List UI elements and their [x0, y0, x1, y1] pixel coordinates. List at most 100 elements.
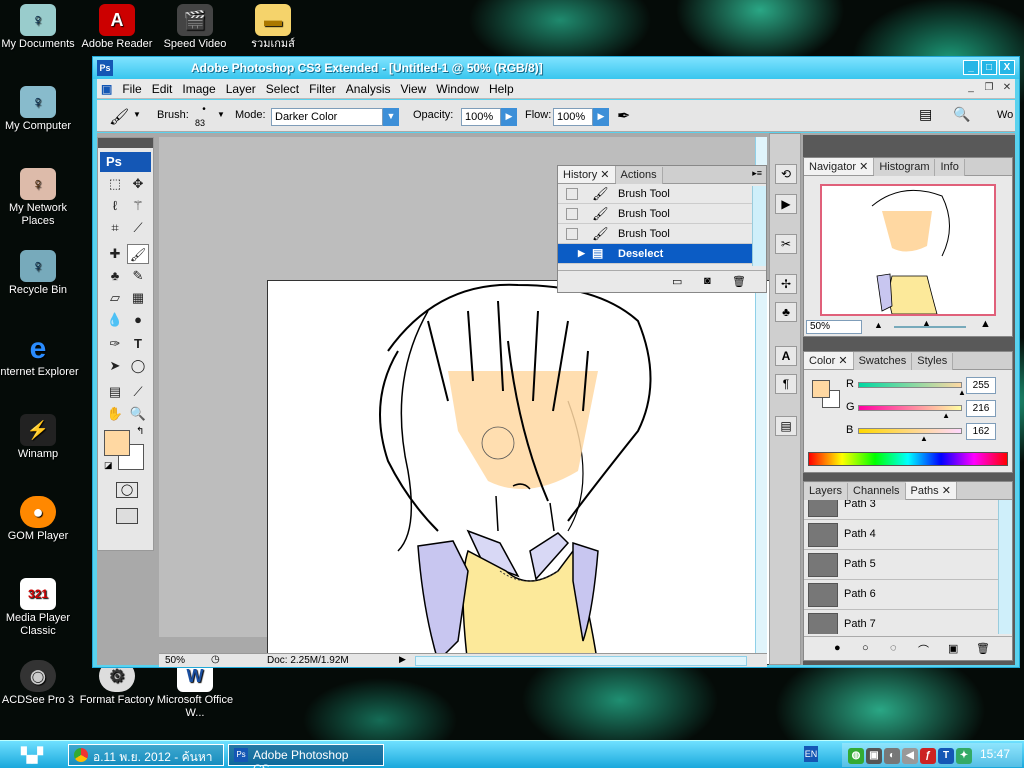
flow-slider-icon[interactable]: ▶: [593, 108, 609, 126]
status-menu-arrow-icon[interactable]: ▶: [399, 654, 406, 665]
lasso-tool-icon[interactable]: ℓ: [104, 196, 126, 216]
taskbar-item-photoshop[interactable]: Ps Adobe Photoshop CS...: [228, 744, 384, 768]
paths-scrollbar[interactable]: [998, 500, 1012, 634]
tab-channels[interactable]: Channels: [848, 483, 906, 500]
tab-navigator[interactable]: Navigator ✕: [804, 158, 875, 175]
status-zoom[interactable]: 50%: [165, 655, 185, 666]
desktop-icon-my-documents[interactable]: ♀ My Documents: [0, 4, 79, 51]
path-row[interactable]: Path 4: [804, 520, 998, 550]
history-snapshot-checkbox[interactable]: [566, 228, 578, 240]
brush-dot-icon[interactable]: •: [197, 104, 211, 115]
doc-restore-button[interactable]: ❐: [981, 81, 997, 96]
foreground-color-swatch[interactable]: [104, 430, 130, 456]
character-dock-icon[interactable]: A: [775, 346, 797, 366]
history-dock-icon[interactable]: ⟲: [775, 164, 797, 184]
marquee-tool-icon[interactable]: ⬚: [104, 174, 126, 194]
hand-tool-icon[interactable]: ✋: [104, 404, 126, 424]
desktop-icon-adobe-reader[interactable]: A Adobe Reader: [76, 4, 158, 51]
healing-brush-icon[interactable]: ✚: [104, 244, 126, 264]
desktop-icon-office-word[interactable]: W Microsoft Office W...: [154, 660, 236, 720]
toolbox-header[interactable]: [98, 138, 153, 148]
menu-layer[interactable]: Layer: [221, 79, 261, 99]
trash-icon[interactable]: 🗑: [732, 275, 746, 288]
airbrush-icon[interactable]: ✒: [617, 106, 630, 126]
magic-wand-icon[interactable]: ⚚: [127, 196, 149, 216]
desktop-icon-recycle-bin[interactable]: ♀ Recycle Bin: [0, 250, 79, 297]
tool-presets-dock-icon[interactable]: ✂: [775, 234, 797, 254]
desktop-icon-my-computer[interactable]: ♀ My Computer: [0, 86, 79, 133]
bridge-icon[interactable]: 🔍: [953, 106, 970, 123]
flow-field[interactable]: 100%: [553, 108, 593, 126]
tab-swatches[interactable]: Swatches: [853, 353, 913, 370]
paragraph-dock-icon[interactable]: ¶: [775, 374, 797, 394]
swap-colors-icon[interactable]: ↰: [136, 426, 144, 437]
zoom-out-icon[interactable]: ▲: [874, 320, 883, 330]
menu-window[interactable]: Window: [431, 79, 484, 99]
maximize-button[interactable]: □: [981, 60, 997, 75]
channel-r-thumb-icon[interactable]: ▲: [958, 388, 966, 397]
palette-well-icon[interactable]: ▤: [919, 106, 932, 123]
clock[interactable]: 15:47: [980, 747, 1010, 761]
menu-image[interactable]: Image: [177, 79, 220, 99]
actions-dock-icon[interactable]: ▶: [775, 194, 797, 214]
stroke-path-icon[interactable]: ○: [862, 642, 869, 654]
layer-comps-dock-icon[interactable]: ▤: [775, 416, 797, 436]
desktop-icon-media-player-classic[interactable]: 321 Media Player Classic: [0, 578, 79, 638]
tab-color[interactable]: Color ✕: [804, 352, 854, 369]
tab-styles[interactable]: Styles: [912, 353, 954, 370]
canvas[interactable]: [267, 280, 781, 665]
blur-tool-icon[interactable]: 💧: [104, 310, 126, 330]
security-icon[interactable]: ◐: [884, 748, 900, 764]
opacity-field[interactable]: 100%: [461, 108, 501, 126]
tab-histogram[interactable]: Histogram: [874, 159, 936, 176]
fill-path-icon[interactable]: ●: [834, 642, 841, 654]
path-row[interactable]: Path 6: [804, 580, 998, 610]
eraser-tool-icon[interactable]: ▱: [104, 288, 126, 308]
path-row[interactable]: Path 3: [804, 500, 998, 520]
make-work-path-icon[interactable]: ⌒: [918, 642, 929, 658]
zoom-in-icon[interactable]: ▲: [980, 318, 991, 330]
desktop-icon-games-folder[interactable]: ▬ รวมเกมส์: [232, 4, 314, 51]
start-button[interactable]: ▚▞: [4, 743, 60, 767]
tab-paths[interactable]: Paths ✕: [905, 482, 957, 499]
new-path-icon[interactable]: ▣: [948, 642, 958, 655]
history-snapshot-checkbox[interactable]: [566, 208, 578, 220]
tab-info[interactable]: Info: [935, 159, 965, 176]
clone-stamp-icon[interactable]: ♣: [104, 266, 126, 286]
quick-mask-icon[interactable]: ◯: [116, 482, 138, 498]
slice-tool-icon[interactable]: ⟋: [127, 218, 149, 238]
default-colors-icon[interactable]: ◪: [104, 460, 113, 471]
load-selection-icon[interactable]: ◌: [890, 642, 897, 654]
channel-g-value[interactable]: 216: [966, 400, 996, 417]
volume-icon[interactable]: ◀: [902, 748, 918, 764]
workspace-label[interactable]: Wo: [997, 109, 1013, 121]
channel-b-thumb-icon[interactable]: ▲: [920, 434, 928, 443]
doc-close-button[interactable]: ✕: [999, 81, 1015, 96]
brushes-dock-icon[interactable]: ✢: [775, 274, 797, 294]
history-scrollbar[interactable]: [752, 186, 766, 266]
brush-tool-icon[interactable]: 🖌: [127, 244, 149, 264]
tab-actions[interactable]: Actions: [615, 167, 663, 184]
history-item-selected[interactable]: ▶ ▤ Deselect: [558, 244, 766, 264]
taskbar-item-browser[interactable]: อ.11 พ.ย. 2012 - ค้นหา ...: [68, 744, 224, 768]
trash-icon[interactable]: 🗑: [976, 642, 990, 655]
title-bar[interactable]: Ps Adobe Photoshop CS3 Extended - [Untit…: [93, 57, 1019, 79]
mode-select[interactable]: Darker Color: [271, 108, 383, 126]
brush-tool-preset-icon[interactable]: 🖌: [109, 107, 129, 127]
close-button[interactable]: X: [999, 60, 1015, 75]
flash-icon[interactable]: ƒ: [920, 748, 936, 764]
path-row[interactable]: Path 7: [804, 610, 998, 634]
color-spectrum-ramp[interactable]: [808, 452, 1008, 466]
type-tool-icon[interactable]: T: [127, 334, 149, 354]
channel-r-value[interactable]: 255: [966, 377, 996, 394]
mode-dropdown-icon[interactable]: ▼: [383, 108, 399, 126]
move-tool-icon[interactable]: ✥: [127, 174, 149, 194]
desktop-icon-acdsee[interactable]: ◉ ACDSee Pro 3: [0, 660, 79, 707]
eyedropper-icon[interactable]: ⟋: [127, 382, 149, 402]
menu-select[interactable]: Select: [261, 79, 304, 99]
tab-history[interactable]: History ✕: [558, 166, 616, 183]
desktop-icon-internet-explorer[interactable]: e Internet Explorer: [0, 332, 79, 379]
zoom-slider-handle-icon[interactable]: ▲: [922, 318, 931, 328]
minimize-button[interactable]: _: [963, 60, 979, 75]
channel-g-thumb-icon[interactable]: ▲: [942, 411, 950, 420]
